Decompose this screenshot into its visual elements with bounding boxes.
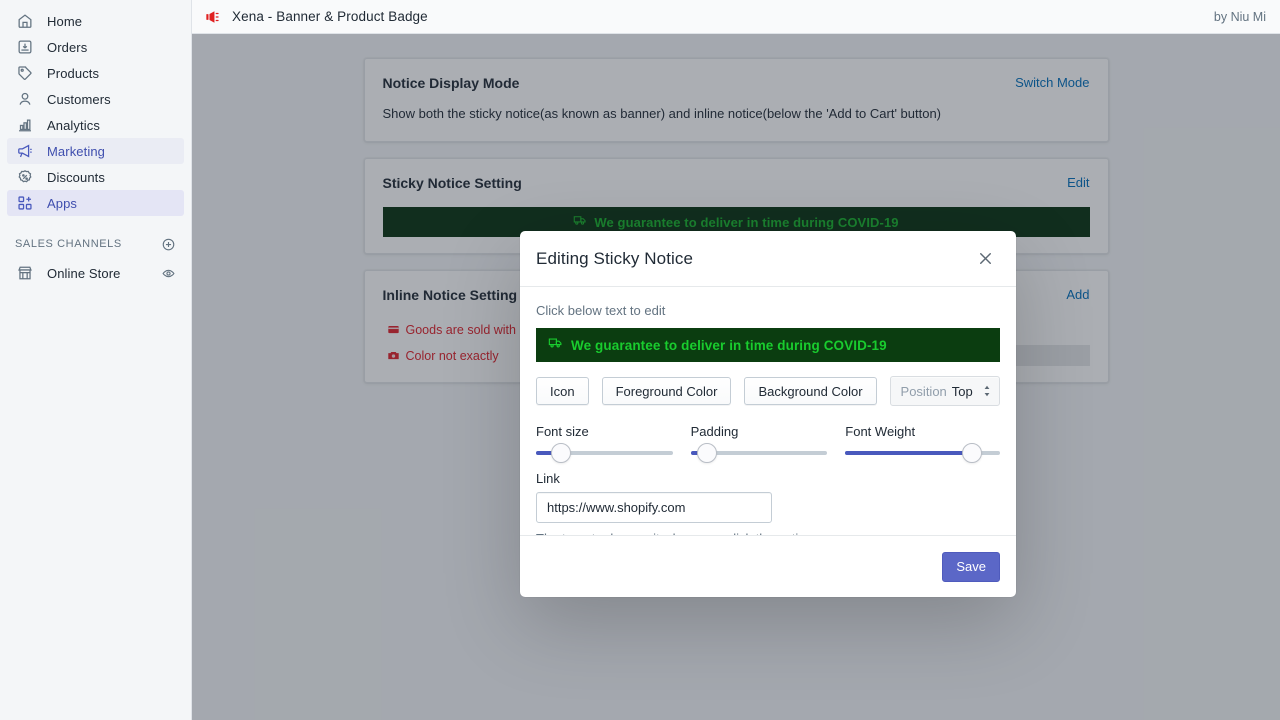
sidebar-item-apps[interactable]: Apps (7, 190, 184, 216)
background-color-button[interactable]: Background Color (744, 377, 877, 405)
position-select[interactable]: Position Top (889, 376, 1000, 406)
slider-fill (845, 451, 973, 455)
slider-handle[interactable] (550, 443, 571, 463)
megaphone-icon (15, 141, 35, 161)
modal-body: Click below text to edit We guarantee to… (520, 287, 1016, 535)
sidebar-item-label: Online Store (47, 265, 121, 281)
sidebar-item-label: Home (47, 13, 83, 29)
sidebar-item-marketing[interactable]: Marketing (7, 138, 184, 164)
percent-badge-icon (15, 167, 35, 187)
sidebar-item-label: Analytics (47, 117, 100, 133)
sidebar-item-label: Marketing (47, 143, 105, 159)
notice-preview[interactable]: We guarantee to deliver in time during C… (536, 328, 1000, 362)
sidebar-item-customers[interactable]: Customers (7, 86, 184, 112)
delivery-truck-icon (548, 335, 563, 355)
font-size-slider-cell: Font size (536, 424, 691, 463)
font-size-label: Font size (536, 424, 589, 439)
sidebar-item-home[interactable]: Home (7, 8, 184, 34)
sidebar-item-products[interactable]: Products (7, 60, 184, 86)
app-title: Xena - Banner & Product Badge (232, 9, 428, 24)
link-field-group: Link The target url, open it when user c… (536, 471, 1000, 535)
app-topbar: Xena - Banner & Product Badge by Niu Mi (192, 0, 1280, 34)
link-input[interactable] (536, 492, 772, 523)
font-size-slider[interactable] (536, 443, 673, 463)
orders-icon (15, 37, 35, 57)
modal-footer: Save (520, 535, 1016, 597)
sidebar-item-label: Apps (47, 195, 78, 211)
font-weight-slider[interactable] (845, 443, 1000, 463)
bar-chart-icon (15, 115, 35, 135)
link-label: Link (536, 471, 560, 486)
app-root: Home Orders Products Customers Analytics… (0, 0, 1280, 720)
close-icon[interactable] (974, 248, 996, 270)
notice-preview-text: We guarantee to deliver in time during C… (571, 337, 887, 353)
sidebar-item-label: Discounts (47, 169, 105, 185)
position-select-value: Top (951, 383, 973, 399)
modal-title: Editing Sticky Notice (536, 248, 694, 268)
home-icon (15, 11, 35, 31)
font-weight-label: Font Weight (845, 424, 916, 439)
app-author: by Niu Mi (1213, 9, 1266, 24)
sidebar-item-orders[interactable]: Orders (7, 34, 184, 60)
person-icon (15, 89, 35, 109)
sidebar: Home Orders Products Customers Analytics… (0, 0, 192, 720)
sales-channels-title: SALES CHANNELS (15, 238, 122, 250)
padding-slider[interactable] (690, 443, 828, 463)
icon-button[interactable]: Icon (536, 377, 589, 405)
sales-channels-header: SALES CHANNELS (15, 234, 176, 254)
sidebar-item-discounts[interactable]: Discounts (7, 164, 184, 190)
sidebar-item-analytics[interactable]: Analytics (7, 112, 184, 138)
editing-sticky-notice-modal: Editing Sticky Notice Click below text t… (520, 231, 1016, 597)
chevron-updown-icon (983, 385, 991, 397)
font-weight-slider-cell: Font Weight (845, 424, 1000, 463)
storefront-icon (15, 263, 35, 283)
slider-row: Font size Padding Font Weight (536, 424, 1000, 463)
foreground-color-button[interactable]: Foreground Color (601, 377, 732, 405)
modal-header: Editing Sticky Notice (520, 231, 1016, 287)
padding-label: Padding (690, 424, 739, 439)
sidebar-item-label: Orders (47, 39, 88, 55)
sidebar-item-online-store[interactable]: Online Store (7, 260, 184, 286)
eye-icon[interactable] (161, 266, 176, 281)
slider-handle[interactable] (697, 443, 718, 463)
sidebar-item-label: Products (47, 65, 100, 81)
tag-icon (15, 63, 35, 83)
edit-hint: Click below text to edit (536, 303, 666, 318)
sidebar-item-label: Customers (47, 91, 111, 107)
apps-grid-icon (15, 193, 35, 213)
save-button[interactable]: Save (942, 551, 1000, 582)
slider-handle[interactable] (962, 443, 983, 463)
style-button-row: Icon Foreground Color Background Color P… (536, 376, 1000, 406)
plus-circle-icon[interactable] (161, 237, 176, 252)
position-select-placeholder: Position (900, 383, 947, 399)
megaphone-icon (204, 8, 222, 26)
padding-slider-cell: Padding (690, 424, 846, 463)
